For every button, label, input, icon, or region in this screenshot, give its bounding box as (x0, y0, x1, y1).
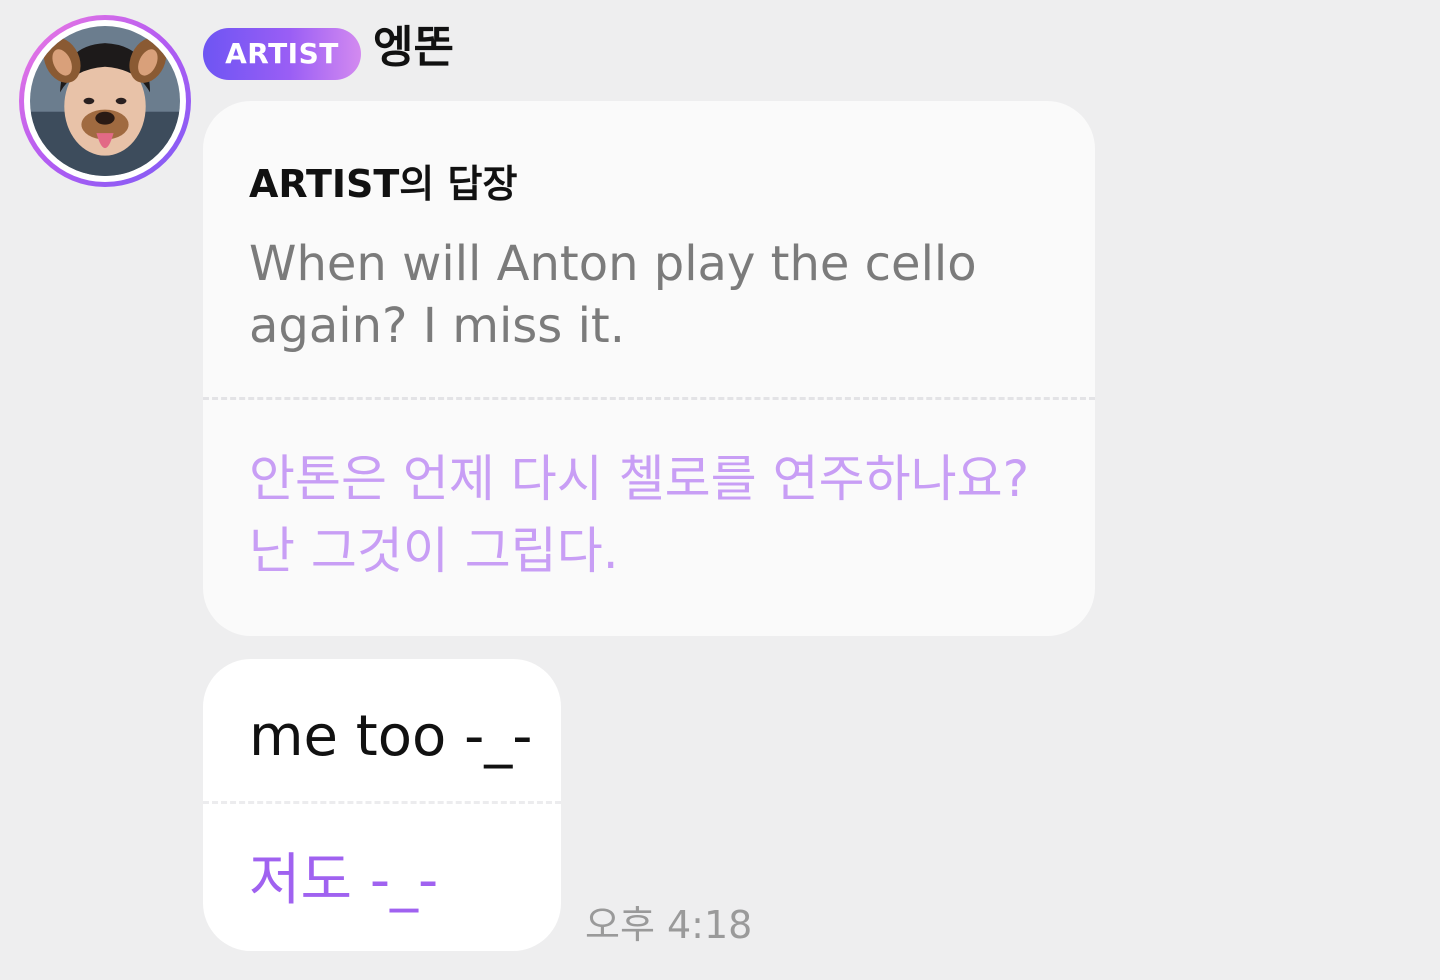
artist-badge: ARTIST (203, 28, 361, 80)
message-bubble[interactable]: me too -_- 저도 -_- (203, 659, 561, 951)
message-timestamp: 오후 4:18 (585, 903, 753, 947)
message-text: me too -_- (249, 704, 533, 769)
quoted-message-translation: 안톤은 언제 다시 첼로를 연주하나요? 난 그것이 그립다. (249, 450, 1030, 580)
avatar-frame (24, 20, 186, 182)
reply-divider (203, 397, 1095, 400)
reply-header: ARTIST의 답장 (249, 162, 518, 206)
artist-reply-bubble[interactable]: ARTIST의 답장 When will Anton play the cell… (203, 101, 1095, 636)
quoted-fan-message: When will Anton play the cello again? I … (249, 236, 977, 354)
avatar-photo (30, 26, 180, 176)
message-divider (203, 801, 561, 804)
sender-name: 엥똔 (373, 22, 454, 73)
message-translation: 저도 -_- (249, 848, 439, 913)
avatar[interactable] (19, 15, 191, 187)
